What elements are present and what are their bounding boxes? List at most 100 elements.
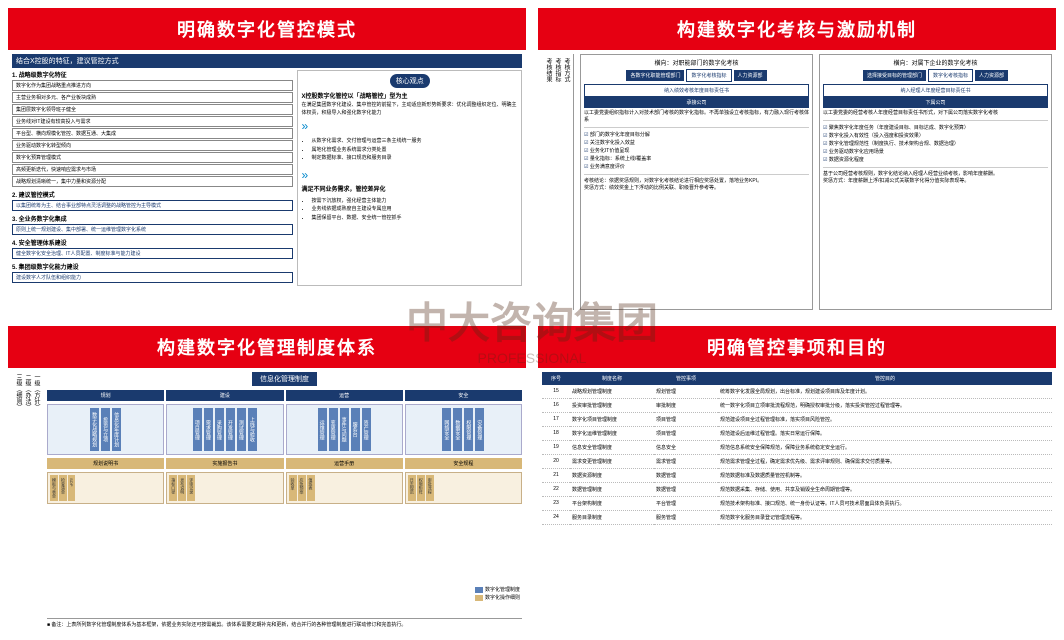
table-cell: 17 bbox=[542, 413, 570, 427]
p3-side-labels: 一级（方针）二级（办法）三级（细则） bbox=[12, 372, 43, 628]
p3-policy-item: 运维管理 bbox=[318, 408, 327, 451]
legend-blue: 数字化管理制度 bbox=[485, 586, 520, 593]
p1-right-bullet: 业务线依据成熟度自主建设专属应用 bbox=[311, 206, 518, 214]
panel-control-items: 明确管控事项和目的 序号制度名称管控事项管控目的 15战略规划管理制度规划管理统… bbox=[538, 326, 1056, 632]
table-cell: 投资审批管理制度 bbox=[570, 399, 654, 413]
p3-category-box: 运维管理变更管理事件与问题服务台资产管理 bbox=[286, 404, 403, 455]
p2-sub1: 纳入绩效考核年度目标责任书 bbox=[584, 84, 809, 97]
table-header: 管控事项 bbox=[654, 372, 718, 385]
p3-category-box: 网络安全数据安全权限管理灾备管理 bbox=[405, 404, 522, 455]
table-cell: 21 bbox=[542, 469, 570, 483]
p2-left-text2: 考核结论：依据奖惩规则，对数字化考核结论进行相应奖惩处置，落地业务KPI。 bbox=[584, 174, 809, 185]
p3-policy-item: 信息化年度计划 bbox=[112, 408, 121, 451]
p3-footnote: ■ 备注：上表所列数字化管理制度体系为基本框架，依据业务实际还可按需裁剪。该体系… bbox=[47, 618, 522, 628]
table-row: 23平台架构制度平台管理规范技术架构标准、接口规范、统一身份认证等。IT人员可技… bbox=[542, 497, 1052, 511]
p3-subcategory: 实施报告书 bbox=[166, 458, 283, 469]
p2-check-item: 部门的数字化年度目标分解 bbox=[584, 131, 809, 139]
sec3-title: 3. 全业务数字化集成 bbox=[12, 214, 293, 223]
p3-detail-item: 指标口径 bbox=[169, 475, 177, 501]
table-cell: 统筹数字化发展全局规划，出台标准，规划建设项目库及年度计划。 bbox=[718, 385, 1052, 399]
p3-policy-item: 数字化战略规划 bbox=[90, 408, 99, 451]
table-cell: 规范数据标准及数据质量管控机制等。 bbox=[718, 469, 1052, 483]
sec1-title: 1. 战略级数字化特征 bbox=[12, 70, 293, 79]
p2-side-labels: 考核方式考核指标考核结果 bbox=[542, 54, 574, 310]
p3-detail-item: 值班表 bbox=[307, 475, 315, 501]
p3-policy-item: 数据安全 bbox=[453, 408, 462, 451]
control-table: 序号制度名称管控事项管控目的 15战略规划管理制度规划管理统筹数字化发展全局规划… bbox=[542, 372, 1052, 525]
p1-item: 业务驱动数字化转型倾向 bbox=[12, 140, 293, 151]
p2-check-item: 业务满意度评价 bbox=[584, 163, 809, 171]
p2-tag: 人力资源部 bbox=[975, 70, 1008, 81]
p3-policy-item: 灾备管理 bbox=[475, 408, 484, 451]
p1-item: 高频更新迭代，快速响应需求与市场 bbox=[12, 164, 293, 175]
p2-right-text2: 基于公司经营考核规则，数字化结论纳入经理人经营业绩考核，影响年度薪酬。 bbox=[823, 167, 1048, 178]
chevron-down-icon: » bbox=[301, 119, 518, 133]
table-cell: 规范技术架构标准、接口规范、统一身份认证等。IT人员可技术层面具体负责执行。 bbox=[718, 497, 1052, 511]
right-body1: 在满足集团数字化建设、集中管控的前提下，主动适应新形势新要求：优化调整组织定位、… bbox=[301, 102, 518, 117]
p2-right-text1: 以工委党委的经营考核人年度经营目标责任书形式，对下属公司落实数字化考核 bbox=[823, 110, 1048, 117]
p1-item: 平台型、横向规模化管控、数据互通、大集成 bbox=[12, 128, 293, 139]
p2-left-head: 横向：对职能部门的数字化考核 bbox=[584, 58, 809, 67]
table-row: 21数据资源制度数据管理规范数据标准及数据质量管控机制等。 bbox=[542, 469, 1052, 483]
p1-left-column: 1. 战略级数字化特征数字化作为集团战略重点推进方向主营业务相对多元、各产业板块… bbox=[12, 70, 293, 286]
table-cell: 数据管理 bbox=[654, 469, 718, 483]
table-cell: 战略规划管理制度 bbox=[570, 385, 654, 399]
p3-side-label: 二级（办法） bbox=[23, 374, 32, 626]
p2-check-item: 业务化IT价值呈现 bbox=[584, 147, 809, 155]
table-cell: 规划管理 bbox=[654, 385, 718, 399]
p2-tag: 人力资源部 bbox=[734, 70, 767, 81]
p1-right-bullet: 制定数据标准、接口规范和服务目录 bbox=[311, 155, 518, 163]
table-cell: 需求变更管理制度 bbox=[570, 455, 654, 469]
p3-policy-item: 项目管理 bbox=[193, 408, 202, 451]
core-label: 核心观点 bbox=[390, 74, 430, 88]
table-cell: 规范需求管理全过程，确定需求优先级、需求评审规则、确保需求交付质量等。 bbox=[718, 455, 1052, 469]
p1-right-bullet: 集团保留平台、数据、安全统一管控抓手 bbox=[311, 215, 518, 223]
table-cell: 信息安全 bbox=[654, 441, 718, 455]
p1-right-bullet: 按需下沉放权，强化经营主体能力 bbox=[311, 198, 518, 206]
layout-grid: 明确数字化管控模式 结合X控股的特征，建议管控方式 1. 战略级数字化特征数字化… bbox=[0, 0, 1064, 640]
p1-item: 战略规划清晰统一，集中力量和资源分配 bbox=[12, 176, 293, 187]
table-row: 17数字化项目管理制度项目管理规范建设项目全过程管理标准，落实项目风险管控。 bbox=[542, 413, 1052, 427]
p3-policy-item: 网络安全 bbox=[442, 408, 451, 451]
p2-sub2: 承接公司 bbox=[584, 97, 809, 108]
panel-policy-system: 构建数字化管理制度体系 一级（方针）二级（办法）三级（细则） 信息化管理制度 规… bbox=[8, 326, 526, 632]
p2-tag: 数字化考核指标 bbox=[686, 69, 731, 82]
p3-detail-item: 检查清单 bbox=[59, 475, 67, 501]
p3-policy-item: 开发管理 bbox=[226, 408, 235, 451]
table-row: 18数字化运维管理制度项目管理规范建设后运维过程管理。落实日常运行保障。 bbox=[542, 427, 1052, 441]
p3-detail-item: 审批流程 bbox=[426, 475, 434, 501]
p3-detail-item: SOP bbox=[68, 475, 75, 501]
p2-tag: 数字化考核指标 bbox=[928, 69, 973, 82]
p2-check-item: 关注数字化投入效益 bbox=[584, 139, 809, 147]
p3-detail-item: 权限矩阵 bbox=[417, 475, 425, 501]
p2-check-item: 数字化管理规范性（制度执行、技术架构合规、数据治理） bbox=[823, 140, 1048, 148]
table-row: 24服务目录制度服务管理规范数字化服务目录登记管理流程等。 bbox=[542, 511, 1052, 525]
p3-top-label: 信息化管理制度 bbox=[252, 372, 317, 386]
p1-subhead: 结合X控股的特征，建议管控方式 bbox=[12, 54, 522, 68]
p3-policy-item: 变更管理 bbox=[329, 408, 338, 451]
p2-left-text3: 奖惩方式：绩效奖金上下浮动的比例关联、职级晋升参考等。 bbox=[584, 185, 809, 192]
table-header: 管控目的 bbox=[718, 372, 1052, 385]
p3-policy-item: 事件与问题 bbox=[340, 408, 349, 451]
p2-rsub2: 下属公司 bbox=[823, 97, 1048, 108]
table-cell: 规范数据采集、存储、使用、共享及销毁全生命周期管理等。 bbox=[718, 483, 1052, 497]
p3-detail-item: 发布说明 bbox=[178, 475, 186, 501]
p3-side-label: 三级（细则） bbox=[14, 374, 23, 626]
p1-item: 集团层数字化领导班子健全 bbox=[12, 104, 293, 115]
p3-subcategory: 安全规程 bbox=[405, 458, 522, 469]
panel-governance-model: 明确数字化管控模式 结合X控股的特征，建议管控方式 1. 战略级数字化特征数字化… bbox=[8, 8, 526, 314]
chevron-down-icon: » bbox=[301, 168, 518, 182]
p2-left-text1: 以工委党委组织指标计入对技术部门考核的数字化指标。不再单独设立考核指标，有力融入… bbox=[584, 110, 809, 124]
watermark-sub: PROFESSIONAL bbox=[478, 350, 587, 366]
p1-right-bullet: 从数字化需求、交付管理与运营三条主线统一服务 bbox=[311, 138, 518, 146]
p3-detail-item: 日志规范 bbox=[408, 475, 416, 501]
p3-legend: 数字化管理制度 数字化操作细则 bbox=[475, 586, 520, 602]
table-header: 序号 bbox=[542, 372, 570, 385]
p1-item: 主营业务相对多元、各产业板块成熟 bbox=[12, 92, 293, 103]
table-header: 制度名称 bbox=[570, 372, 654, 385]
p2-check-item: 业务驱动数字化应用场景 bbox=[823, 148, 1048, 156]
table-cell: 审批制度 bbox=[654, 399, 718, 413]
table-cell: 信息安全管理制度 bbox=[570, 441, 654, 455]
p3-category: 运营 bbox=[286, 390, 403, 401]
table-row: 19信息安全管理制度信息安全规范信息系统安全保障规范，保障业务系统稳定安全运行。 bbox=[542, 441, 1052, 455]
